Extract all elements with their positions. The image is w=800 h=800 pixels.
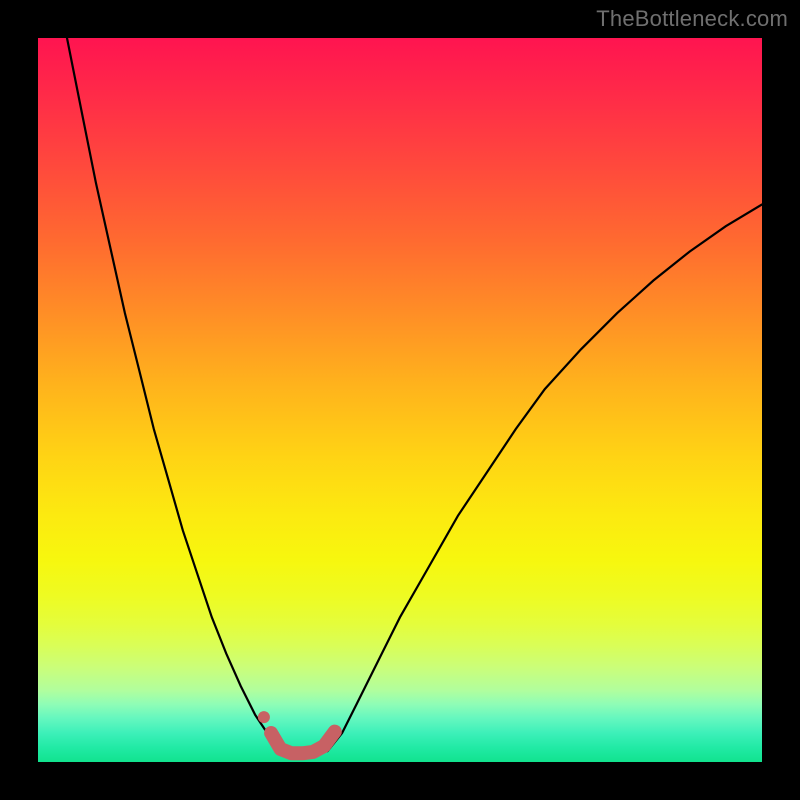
- chart-frame: TheBottleneck.com: [0, 0, 800, 800]
- curve-layer: [38, 38, 762, 762]
- plot-area: [38, 38, 762, 762]
- optimal-point-marker: [258, 711, 270, 723]
- bottleneck-curve-right: [328, 205, 762, 752]
- bottleneck-curve-left: [67, 38, 281, 751]
- optimal-range-marker: [271, 732, 335, 754]
- watermark-text: TheBottleneck.com: [596, 6, 788, 32]
